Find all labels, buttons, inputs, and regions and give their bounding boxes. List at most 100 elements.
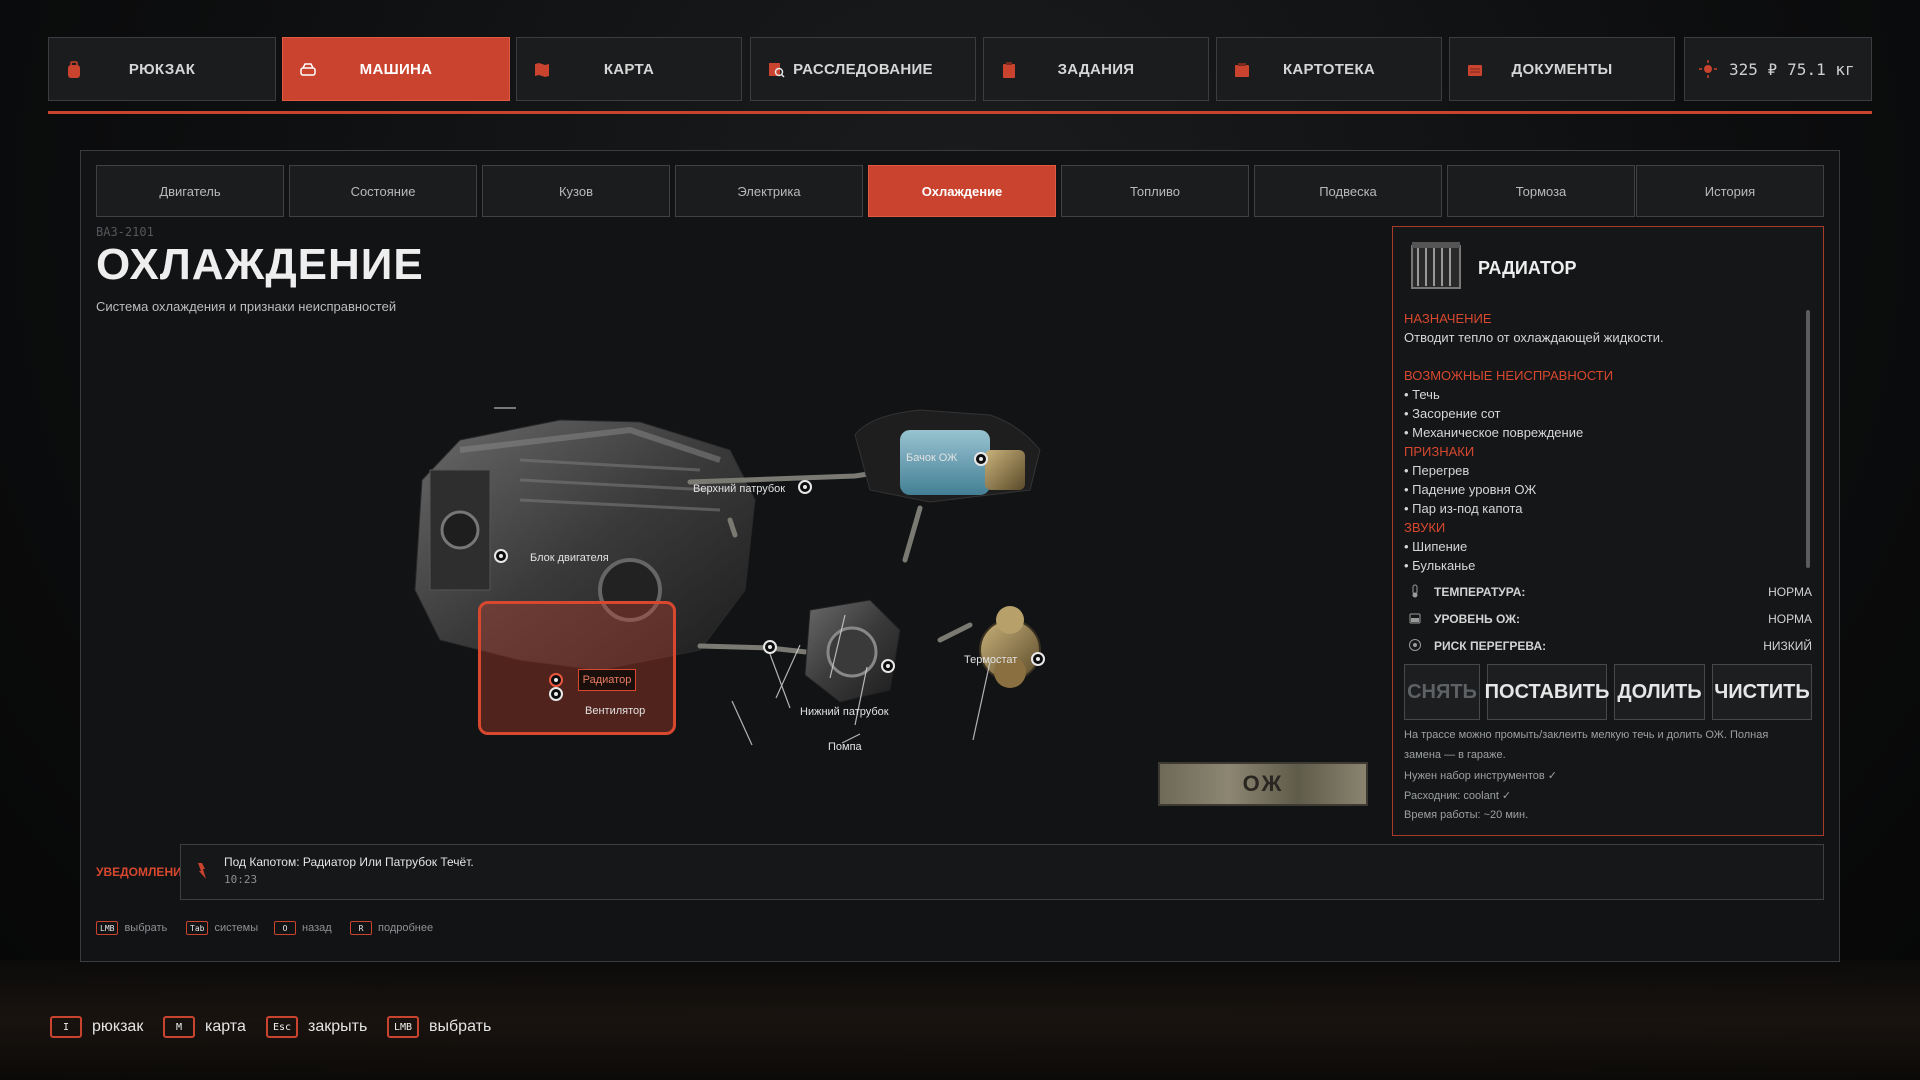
notifications-label: УВЕДОМЛЕНИЯ: [96, 865, 191, 879]
car-icon: [300, 63, 316, 76]
nav-underline: [48, 111, 1872, 114]
subtab-brakes[interactable]: Тормоза: [1447, 165, 1635, 217]
label-upper-hose: Верхний патрубок: [693, 483, 786, 495]
hint-label: выбрать: [124, 922, 168, 934]
node-thermostat[interactable]: [1031, 652, 1045, 666]
backpack-icon: [68, 61, 80, 78]
nav-tab-label: МАШИНА: [359, 60, 433, 78]
nav-tab-car[interactable]: МАШИНА: [282, 37, 510, 101]
hint-label: системы: [214, 922, 259, 934]
bottom-hint-select[interactable]: LMB выбрать: [387, 1016, 491, 1038]
notification-icon: [198, 863, 206, 879]
nav-tab-investigation[interactable]: РАССЛЕДОВАНИЕ: [750, 37, 976, 101]
subtab-condition[interactable]: Состояние: [289, 165, 477, 217]
faults-heading: ВОЗМОЖНЫЕ НЕИСПРАВНОСТИ: [1404, 368, 1614, 383]
signs-heading: ПРИЗНАКИ: [1404, 444, 1475, 459]
documents-icon: [1468, 65, 1482, 76]
thermometer-icon: [1412, 584, 1418, 598]
nav-tab-backpack[interactable]: РЮКЗАК: [48, 37, 276, 101]
notification-box[interactable]: [180, 844, 1824, 900]
nav-tab-label: РАССЛЕДОВАНИЕ: [793, 60, 933, 78]
stat-label: УРОВЕНЬ ОЖ:: [1434, 612, 1520, 626]
label-coolant-tank: Бачок ОЖ: [906, 452, 958, 464]
node-pump[interactable]: [881, 659, 895, 673]
key-badge: Tab: [186, 921, 209, 935]
page-subtitle: Система охлаждения и признаки неисправно…: [96, 299, 397, 314]
sound-item: • Бульканье: [1404, 558, 1476, 573]
hint-systems: Tab системы: [186, 920, 258, 936]
subtab-body[interactable]: Кузов: [482, 165, 670, 217]
key-badge: M: [163, 1016, 195, 1038]
nav-tab-documents[interactable]: ДОКУМЕНТЫ: [1449, 37, 1675, 101]
note-line: На трассе можно промыть/заклеить мелкую …: [1404, 729, 1769, 741]
bottom-hint-close[interactable]: Esc закрыть: [266, 1016, 367, 1038]
page-title: ОХЛАЖДЕНИЕ: [96, 240, 424, 289]
notification-text: Под Капотом: Радиатор Или Патрубок Течёт…: [224, 855, 474, 869]
subtab-cooling[interactable]: Охлаждение: [868, 165, 1056, 217]
subtab-label: Двигатель: [159, 183, 221, 199]
nav-tab-label: КАРТА: [603, 60, 655, 78]
subtab-label: Состояние: [350, 183, 416, 199]
nav-tab-label: РЮКЗАК: [128, 60, 196, 78]
button-label: ПОСТАВИТЬ: [1484, 680, 1610, 703]
player-stats: 325 ₽ 75.1 кг: [1684, 37, 1872, 101]
fault-item: • Механическое повреждение: [1404, 425, 1584, 440]
install-button[interactable]: ПОСТАВИТЬ: [1484, 664, 1610, 720]
node-coolant-tank[interactable]: [974, 452, 988, 466]
subtab-engine[interactable]: Двигатель: [96, 165, 284, 217]
node-radiator[interactable]: [549, 673, 563, 687]
node-fan[interactable]: [549, 687, 563, 701]
subtab-label: Подвеска: [1319, 183, 1377, 199]
bottom-hint-backpack[interactable]: Iрюкзак: [50, 1016, 143, 1038]
subtab-suspension[interactable]: Подвеска: [1254, 165, 1442, 217]
stat-label: ТЕМПЕРАТУРА:: [1434, 585, 1526, 599]
weight-value: 75.1 кг: [1787, 59, 1855, 79]
note-line: Время работы: ~20 мин.: [1404, 809, 1529, 821]
subtab-fuel[interactable]: Топливо: [1061, 165, 1249, 217]
top-up-button[interactable]: ДОЛИТЬ: [1614, 664, 1705, 720]
subtabs: Двигатель Состояние Кузов Электрика Охла…: [96, 165, 1824, 217]
stat-coolant-level: УРОВЕНЬ ОЖ: НОРМА: [1404, 609, 1812, 629]
hint-label: карта: [205, 1018, 246, 1035]
subtab-label: История: [1704, 183, 1756, 199]
subtab-label: Топливо: [1129, 183, 1181, 199]
node-lower-hose[interactable]: [763, 640, 777, 654]
subtab-history[interactable]: История: [1636, 165, 1824, 217]
node-engine-block[interactable]: [494, 549, 508, 563]
button-label: ЧИСТИТЬ: [1714, 680, 1810, 703]
radiator-highlight[interactable]: [478, 601, 676, 735]
hint-details: Rподробнее: [350, 920, 433, 936]
info-scrollbar[interactable]: [1806, 310, 1810, 568]
node-upper-hose[interactable]: [798, 480, 812, 494]
radiator-tag-text: Радиатор: [582, 674, 632, 686]
nav-tab-tasks[interactable]: ЗАДАНИЯ: [983, 37, 1209, 101]
sound-item: • Шипение: [1404, 539, 1468, 554]
money-value: 325 ₽: [1729, 59, 1778, 79]
stat-value: НОРМА: [1768, 585, 1812, 599]
remove-button[interactable]: СНЯТЬ: [1404, 664, 1480, 720]
nav-tab-map[interactable]: КАРТА: [516, 37, 742, 101]
note-line: замена — в гараже.: [1404, 749, 1506, 761]
label-thermostat: Термостат: [964, 654, 1018, 666]
button-label: СНЯТЬ: [1407, 680, 1477, 703]
key-badge: LMB: [387, 1016, 419, 1038]
nav-tab-label: ЗАДАНИЯ: [1057, 60, 1135, 78]
nav-tab-file-cabinet[interactable]: КАРТОТЕКА: [1216, 37, 1442, 101]
purpose-text: Отводит тепло от охлаждающей жидкости.: [1404, 330, 1664, 345]
stat-value: НИЗКИЙ: [1763, 639, 1812, 653]
map-icon: [535, 63, 549, 77]
hint-label: рюкзак: [92, 1018, 144, 1035]
sign-item: • Падение уровня ОЖ: [1404, 482, 1537, 497]
sign-item: • Перегрев: [1404, 463, 1470, 478]
stat-temperature: ТЕМПЕРАТУРА: НОРМА: [1404, 582, 1812, 602]
button-label: ДОЛИТЬ: [1617, 680, 1702, 703]
hint-select: LMB выбрать: [96, 920, 167, 936]
label-pump: Помпа: [828, 741, 862, 753]
subtab-label: Кузов: [558, 183, 594, 199]
bottom-hint-map[interactable]: Mкарта: [163, 1016, 246, 1038]
subtab-electrics[interactable]: Электрика: [675, 165, 863, 217]
clean-button[interactable]: ЧИСТИТЬ: [1712, 664, 1812, 720]
water-pump: [804, 599, 901, 703]
label-radiator[interactable]: Радиатор: [578, 669, 636, 691]
key-badge: O: [274, 921, 296, 935]
